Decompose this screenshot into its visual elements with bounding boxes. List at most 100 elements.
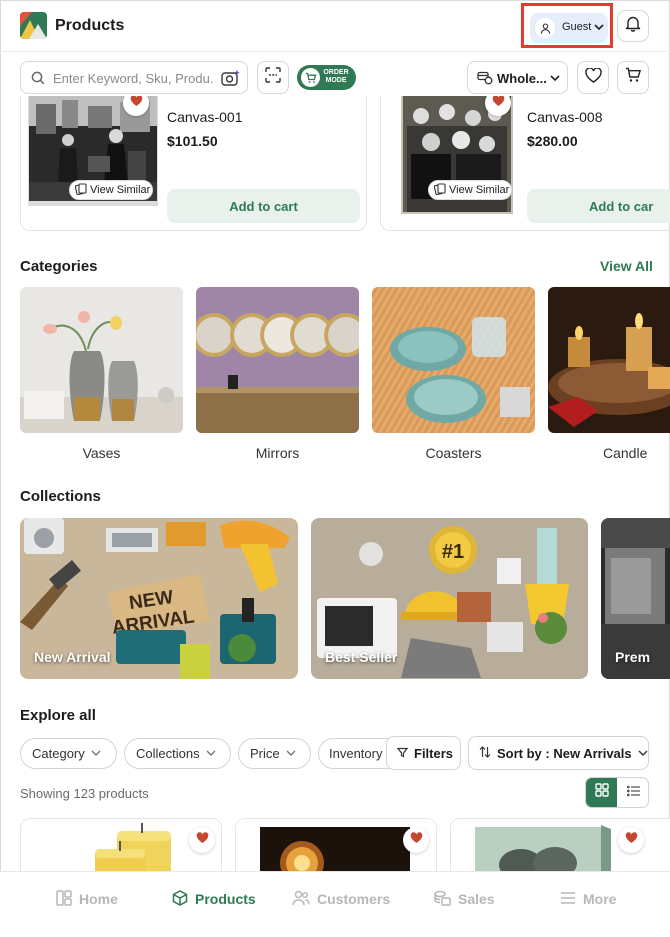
view-similar-button[interactable]: View Similar (428, 180, 512, 200)
price-type-label: Whole... (497, 71, 547, 86)
heart-icon (410, 831, 423, 849)
collection-label: Prem (615, 649, 651, 665)
nav-home[interactable]: Home (56, 888, 118, 910)
nav-more[interactable]: More (560, 888, 616, 910)
filter-chip-inventory[interactable]: Inventory (318, 738, 390, 769)
collection-card[interactable]: Prem (601, 518, 670, 679)
nav-products[interactable]: Products (172, 888, 256, 910)
results-count: Showing 123 products (20, 786, 149, 801)
favorites-button[interactable] (577, 61, 609, 94)
add-to-cart-button[interactable]: Add to car (527, 189, 670, 223)
nav-label: Home (79, 891, 118, 907)
visual-search-icon[interactable] (221, 69, 241, 93)
search-bar[interactable] (20, 61, 248, 94)
filters-label: Filters (414, 745, 454, 761)
explore-heading: Explore all (20, 707, 96, 724)
collection-card[interactable]: NEW ARRIVAL New Arrival (20, 518, 298, 679)
collection-label: New Arrival (34, 649, 111, 665)
favorite-toggle[interactable] (189, 827, 215, 853)
view-similar-label: View Similar (90, 184, 151, 196)
price-type-dropdown[interactable]: Whole... (467, 61, 568, 94)
collection-label: Best Seller (325, 649, 398, 665)
grid-icon (594, 783, 609, 802)
nav-sales[interactable]: Sales (434, 888, 495, 910)
app-logo (20, 12, 47, 39)
view-similar-button[interactable]: View Similar (69, 180, 153, 200)
bell-icon (625, 15, 641, 37)
add-to-cart-button[interactable]: Add to cart (167, 189, 360, 223)
category-image (372, 287, 535, 433)
heart-icon (492, 96, 505, 112)
order-mode-toggle[interactable]: ORDER MODE (297, 65, 356, 90)
search-icon (31, 71, 45, 85)
user-icon (535, 18, 555, 38)
nav-label: More (583, 891, 617, 907)
category-card[interactable]: Coasters (372, 287, 535, 461)
nav-customers[interactable]: Customers (292, 888, 390, 910)
cart-icon (625, 67, 642, 88)
coins-icon (434, 890, 451, 909)
chevron-down-icon (286, 746, 296, 761)
user-menu-highlight: Guest (521, 3, 613, 48)
list-view-button[interactable] (618, 778, 648, 807)
filter-chip-label: Category (32, 746, 85, 761)
category-image (20, 287, 183, 433)
barcode-scan-button[interactable] (257, 61, 289, 94)
filter-chip-category[interactable]: Category (20, 738, 117, 769)
chevron-down-icon (206, 746, 216, 761)
filter-chip-collections[interactable]: Collections (124, 738, 231, 769)
users-icon (292, 890, 310, 909)
heart-icon (584, 66, 602, 88)
product-card[interactable] (235, 818, 437, 878)
collections-heading: Collections (20, 488, 101, 505)
product-card[interactable] (20, 818, 222, 878)
menu-icon (560, 891, 576, 908)
box-icon (172, 889, 188, 909)
category-card[interactable]: Candle (548, 287, 670, 461)
cart-icon (301, 68, 320, 87)
category-card[interactable]: Mirrors (196, 287, 359, 461)
product-card[interactable]: View Similar Canvas-008 $280.00 Add to c… (380, 96, 670, 231)
app-header: Products Guest (0, 0, 670, 52)
favorite-toggle[interactable] (403, 827, 429, 853)
search-input[interactable] (53, 68, 213, 88)
similar-icon (74, 182, 87, 198)
price-tag-icon (477, 71, 493, 90)
product-price: $101.50 (167, 133, 218, 149)
favorite-toggle[interactable] (618, 827, 644, 853)
notifications-button[interactable] (617, 10, 649, 42)
view-toggle (585, 777, 649, 808)
product-card[interactable] (450, 818, 670, 878)
user-menu-label: Guest (562, 21, 592, 33)
view-similar-label: View Similar (449, 184, 510, 196)
category-label: Coasters (425, 445, 482, 461)
category-image (196, 287, 359, 433)
nav-label: Sales (458, 891, 495, 907)
heart-icon (130, 96, 143, 112)
category-label: Vases (82, 445, 121, 461)
order-mode-label: ORDER MODE (323, 69, 349, 84)
category-label: Candle (603, 445, 648, 461)
category-card[interactable]: Vases (20, 287, 183, 461)
nav-label: Products (195, 891, 256, 907)
product-price: $280.00 (527, 133, 578, 149)
badge-text: #1 (442, 541, 464, 563)
filter-chip-price[interactable]: Price (238, 738, 311, 769)
nav-label: Customers (317, 891, 391, 907)
user-menu-button[interactable]: Guest (530, 13, 608, 43)
product-card[interactable]: View Similar Canvas-001 $101.50 Add to c… (20, 96, 367, 231)
cart-button[interactable] (617, 61, 649, 94)
heart-icon (196, 831, 209, 849)
heart-icon (625, 831, 638, 849)
sort-dropdown[interactable]: Sort by : New Arrivals (468, 736, 649, 770)
chevron-down-icon (91, 746, 101, 761)
collection-card[interactable]: #1 Best Seller (311, 518, 588, 679)
filter-icon (396, 746, 409, 761)
grid-view-button[interactable] (586, 778, 617, 807)
view-all-link[interactable]: View All (600, 258, 653, 274)
filter-chip-label: Inventory (329, 746, 383, 761)
filter-chip-label: Price (250, 746, 280, 761)
filters-button[interactable]: Filters (386, 736, 461, 770)
categories-heading: Categories (20, 258, 98, 275)
sort-icon (479, 745, 491, 761)
